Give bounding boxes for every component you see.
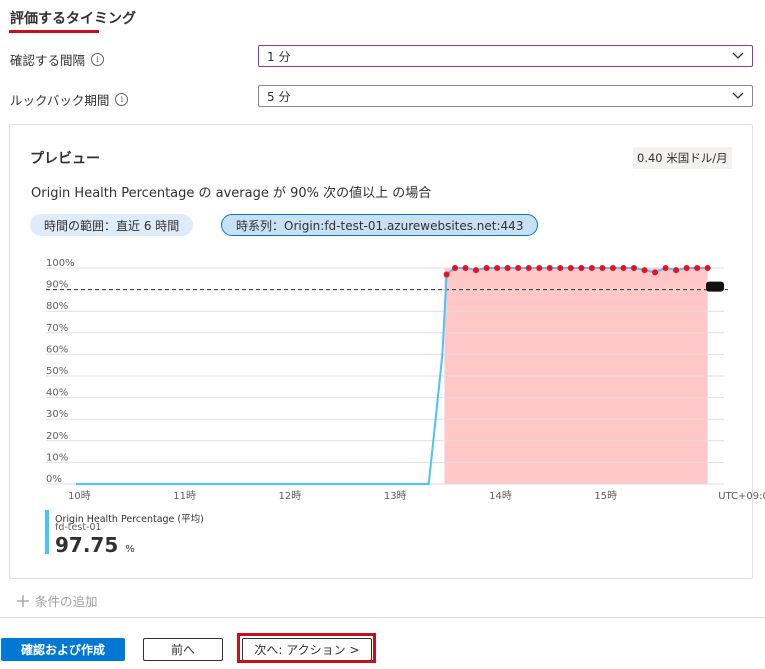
section-title: 評価するタイミング [10,11,136,27]
info-icon[interactable]: i [91,53,105,66]
plus-icon [17,594,29,607]
alert-point [536,265,543,271]
add-condition-label: 条件の追加 [35,594,98,609]
alert-point [473,267,480,274]
x-tick-label: 10時 [68,490,91,502]
add-condition-button[interactable]: 条件の追加 [17,591,98,610]
alert-point [641,267,648,274]
alert-point [694,265,701,271]
highlight-box [237,633,376,663]
x-tick-label: 13時 [384,490,407,502]
x-tick-label: 15時 [594,490,617,502]
alert-point [599,265,606,271]
x-tick-label: UTC+09:00 [718,491,765,502]
alert-point [525,265,532,271]
alert-point [704,265,711,271]
alert-point [443,271,450,278]
alert-point [483,265,490,271]
alert-point [494,265,501,271]
price-badge: 0.40 米国ドル/月 [633,147,732,169]
alert-point [567,265,574,271]
y-tick-label: 70% [46,323,68,334]
y-tick-label: 10% [46,452,68,463]
series-pill[interactable]: 時系列：Origin:fd-test-01.azurewebsites.net:… [221,214,539,236]
y-tick-label: 60% [46,344,68,355]
alert-point [609,265,616,271]
chevron-down-icon [732,92,744,99]
alert-point [673,267,680,274]
alert-point [557,265,564,271]
y-tick-label: 40% [46,388,68,399]
check-interval-label: 確認する間隔 i [10,50,105,69]
x-tick-label: 11時 [173,490,196,502]
alert-point [515,265,522,271]
y-tick-label: 80% [46,301,68,312]
alert-point [504,265,511,271]
lookback-label-text: ルックバック期間 [10,93,110,108]
alert-point [620,265,627,271]
alert-point [652,269,659,276]
alert-point [662,265,669,271]
alert-point [683,265,690,271]
alert-point [630,265,637,271]
condition-text: Origin Health Percentage の average が 90%… [31,186,432,201]
line-chart: 100% 90% 80% 70% 60% 50% 40% 30% 20% 10% 0% 10時 11時 1… [46,258,765,502]
legend-color-bar [45,510,49,554]
legend-series-sub: fd-test-01 [55,522,102,533]
lookback-value: 5 分 [267,89,291,104]
lookback-select[interactable]: 5 分 [258,85,753,107]
legend-value: 97.75 % [55,533,135,557]
alert-point [452,265,459,271]
alert-point [546,265,553,271]
check-interval-select[interactable]: 1 分 [258,45,753,67]
check-interval-value: 1 分 [267,49,291,64]
review-create-button[interactable]: 確認および作成 [1,638,125,661]
preview-title: プレビュー [30,151,100,167]
y-tick-label: 20% [46,431,68,442]
time-range-pill[interactable]: 時間の範囲：直近 6 時間 [30,214,194,236]
y-tick-label: 50% [46,366,68,377]
check-interval-label-text: 確認する間隔 [10,53,86,68]
threshold-marker [706,281,724,292]
alert-point [462,265,469,271]
y-tick-label: 100% [46,258,75,269]
legend-value-number: 97.75 [55,533,119,557]
y-tick-label: 0% [46,474,62,485]
info-icon[interactable]: i [115,93,129,106]
x-tick-label: 14時 [489,490,512,502]
alert-point [588,265,595,271]
x-tick-label: 12時 [279,490,302,502]
y-tick-label: 90% [46,280,68,291]
alert-point [578,265,585,271]
previous-button[interactable]: 前へ [143,638,223,661]
lookback-label: ルックバック期間 i [10,90,129,109]
y-tick-label: 30% [46,409,68,420]
title-underline [9,30,99,33]
legend-value-unit: % [125,544,135,555]
footer-divider [0,617,765,618]
chevron-down-icon [732,52,744,59]
